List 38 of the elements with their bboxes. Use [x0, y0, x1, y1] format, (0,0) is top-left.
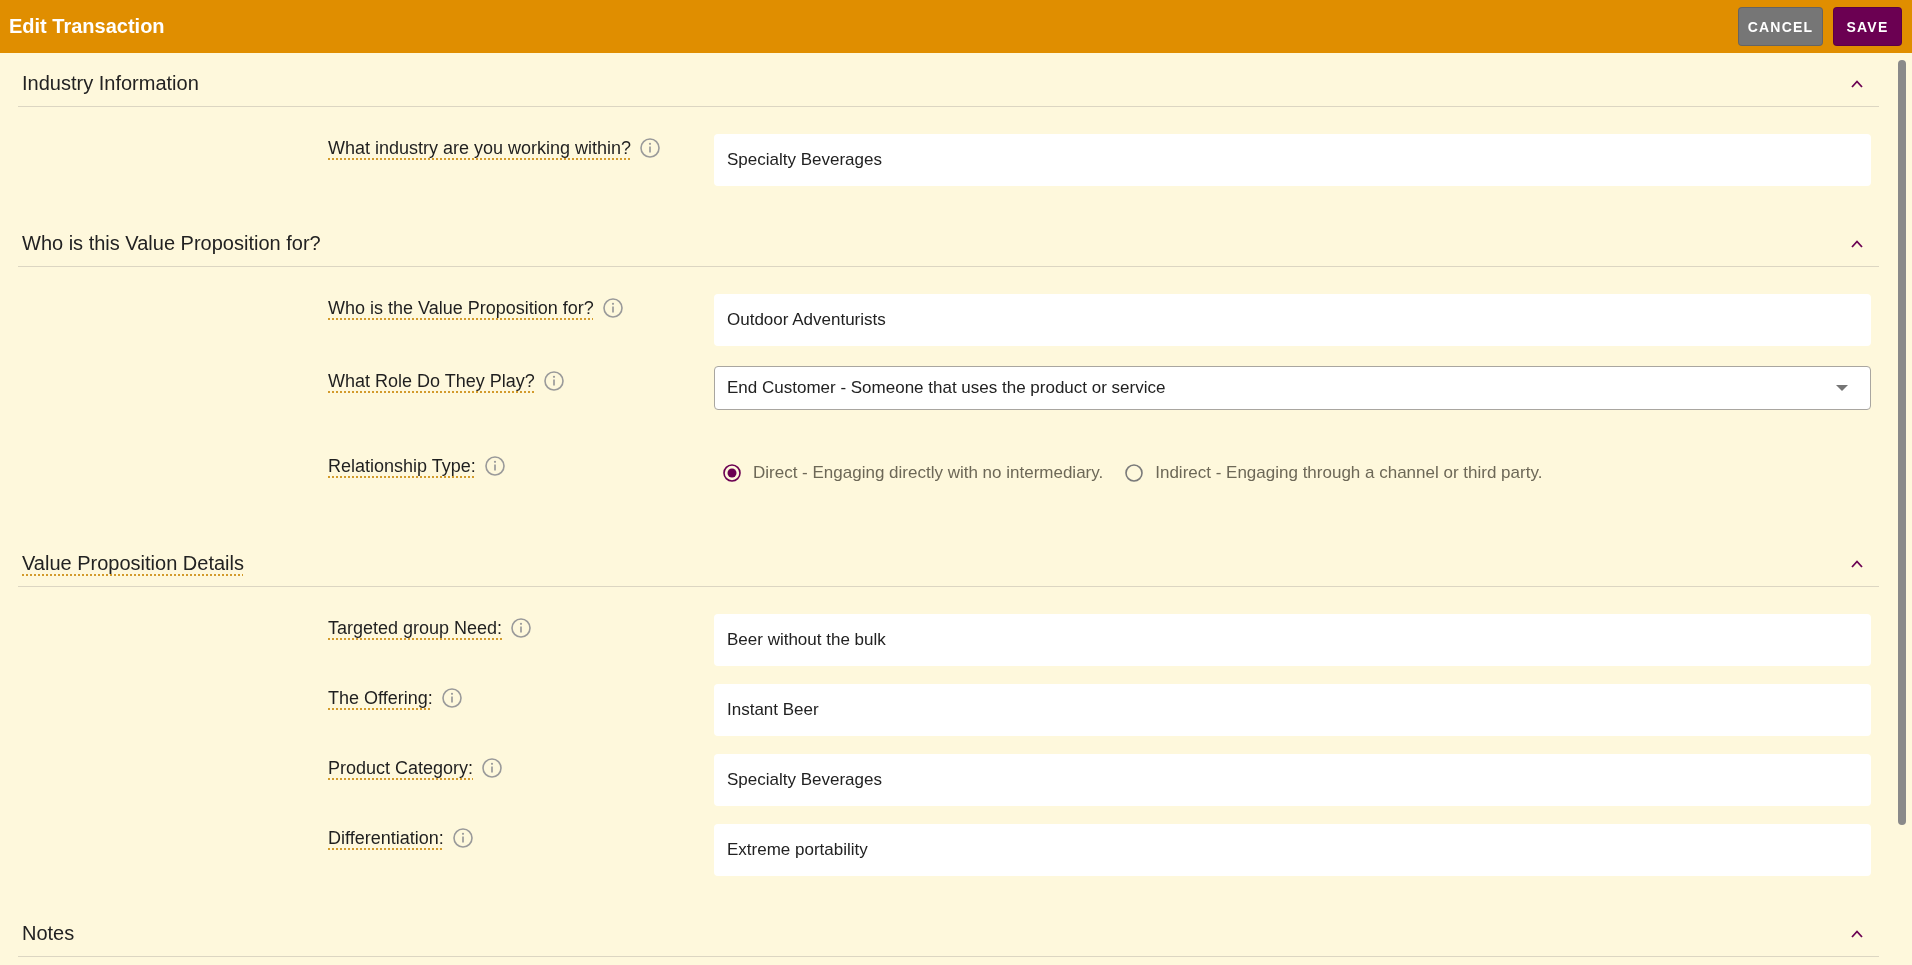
text-field[interactable]: Specialty Beverages [714, 754, 1871, 806]
info-icon [543, 371, 564, 391]
field-label: Who is the Value Proposition for? [328, 297, 594, 319]
text-field[interactable]: Instant Beer [714, 684, 1871, 736]
info-icon [640, 138, 661, 158]
scrollbar-thumb[interactable] [1898, 60, 1906, 825]
radio-option[interactable]: Indirect - Engaging through a channel or third party. [1125, 463, 1543, 483]
text-field[interactable]: Beer without the bulk [714, 614, 1871, 666]
info-icon [482, 758, 503, 778]
info-icon [452, 828, 473, 848]
field-label: What industry are you working within? [328, 137, 632, 159]
field-label: Differentiation: [328, 827, 444, 849]
text-field[interactable]: Extreme portability [714, 824, 1871, 876]
text-field[interactable]: Outdoor Adventurists [714, 294, 1871, 346]
chevron-up-icon[interactable] [1851, 559, 1863, 568]
cancel-button[interactable]: CANCEL [1738, 7, 1823, 46]
caret-down-icon [1836, 385, 1848, 391]
section-title: Industry Information [22, 72, 199, 95]
text-field[interactable]: Specialty Beverages [714, 134, 1871, 186]
field-label: The Offering: [328, 687, 433, 709]
field-label: Product Category: [328, 757, 474, 779]
field-label: Relationship Type: [328, 455, 476, 477]
radio-option[interactable]: Direct - Engaging directly with no intermediary. [723, 463, 1104, 483]
chevron-up-icon[interactable] [1851, 929, 1863, 938]
window-title: Edit Transaction [9, 15, 165, 38]
chevron-up-icon[interactable] [1851, 239, 1863, 248]
field-label: Targeted group Need: [328, 617, 503, 639]
dropdown-field[interactable]: End Customer - Someone that uses the product or service [714, 366, 1871, 410]
chevron-up-icon[interactable] [1851, 79, 1863, 88]
info-icon [441, 688, 462, 708]
field-label: What Role Do They Play? [328, 370, 535, 392]
section-title: Notes [22, 922, 75, 945]
info-icon [511, 618, 532, 638]
section-title: Who is this Value Proposition for? [22, 232, 321, 255]
info-icon [602, 298, 623, 318]
info-icon [484, 456, 505, 476]
section-title: Value Proposition Details [22, 552, 244, 575]
save-button[interactable]: SAVE [1833, 7, 1902, 46]
